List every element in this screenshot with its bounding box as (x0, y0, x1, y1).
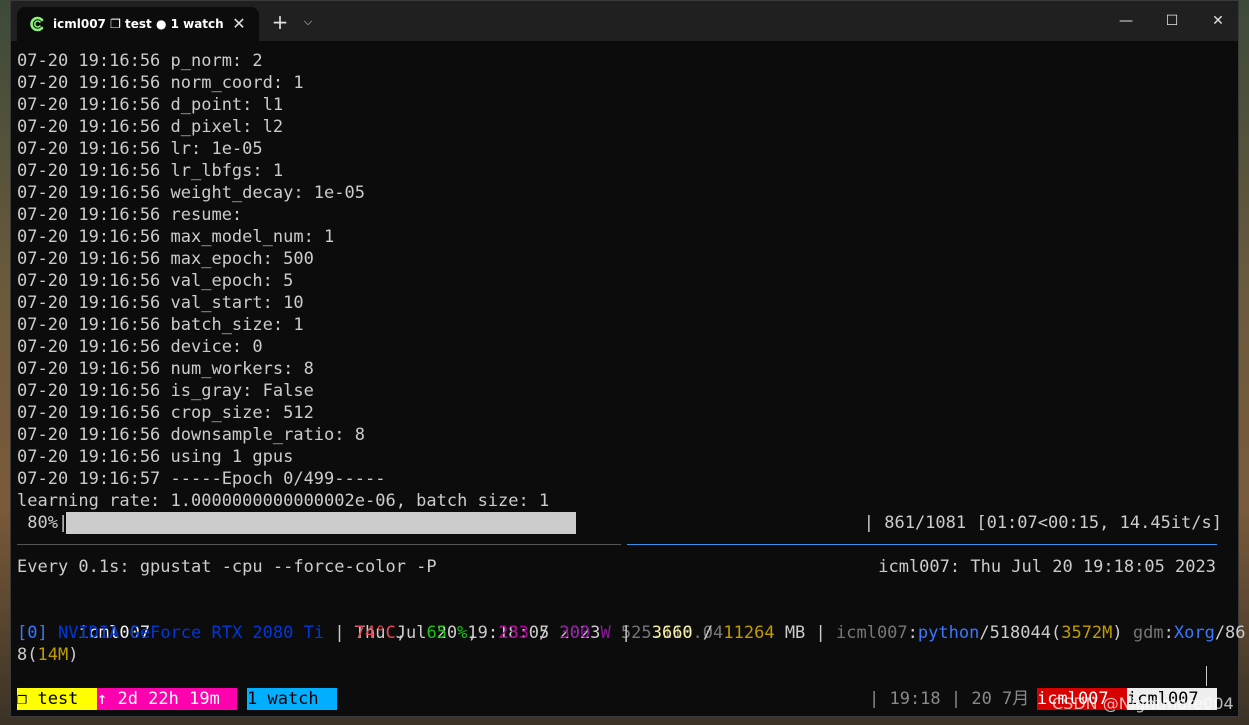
proc-pid: /518044( (979, 623, 1062, 643)
gpustat-gpu-line: [0] NVIDIA GeForce RTX 2080 Ti | 74°C, 6… (17, 622, 1246, 644)
proc-user: icml007 (836, 623, 908, 643)
separator: , (467, 623, 499, 643)
log-line: 07-20 19:16:56 max_model_num: 1 (17, 227, 335, 247)
gpustat-gpu-line-wrap: 8(14M) (17, 644, 78, 666)
proc-mem: 14M (37, 645, 69, 665)
mem-unit: MB | (774, 623, 836, 643)
separator: ) (1112, 623, 1133, 643)
separator: : (1163, 623, 1174, 643)
log-line: 07-20 19:16:56 num_workers: 8 (17, 359, 314, 379)
log-line: 07-20 19:16:56 is_gray: False (17, 381, 314, 401)
watch-host-time: icml007: Thu Jul 20 19:18:05 2023 (878, 557, 1216, 577)
separator: : (907, 623, 918, 643)
progress-info: | 861/1081 [01:07<00:15, 14.45it/s] (863, 513, 1222, 533)
gpu-index: [0] (17, 623, 48, 643)
close-icon[interactable]: ✕ (1195, 1, 1241, 41)
separator: ) (68, 645, 79, 665)
tmux-time: | 19:18 | 20 7月 | (869, 689, 1050, 709)
gpu-power-limit: 300 W (559, 623, 611, 643)
progress-percent: 80%| (17, 513, 69, 533)
log-line: 07-20 19:16:56 val_epoch: 5 (17, 271, 294, 291)
proc-command: python (917, 623, 980, 643)
separator: / (692, 623, 724, 643)
log-line: 07-20 19:16:56 using 1 gpus (17, 447, 294, 467)
active-pane-divider[interactable] (627, 544, 1217, 545)
separator: , (395, 623, 427, 643)
gpu-temperature: 74°C (354, 623, 396, 643)
log-line: 07-20 19:16:56 d_pixel: l2 (17, 117, 284, 137)
log-line: 07-20 19:16:56 weight_decay: 1e-05 (17, 183, 365, 203)
proc-pid: /86 (1214, 623, 1246, 643)
separator: / (528, 623, 560, 643)
gpu-mem-used: 3660 (651, 623, 693, 643)
separator: | (610, 623, 652, 643)
terminal-tab[interactable]: icml007 ❐ test ● 1 watch ✕ (17, 7, 259, 41)
log-line: 07-20 19:16:56 downsample_ratio: 8 (17, 425, 365, 445)
log-line: 07-20 19:16:56 lr_lbfgs: 1 (17, 161, 284, 181)
tab-title: icml007 ❐ test ● 1 watch (53, 17, 224, 31)
progress-bar (66, 512, 704, 534)
pane-divider[interactable] (17, 544, 621, 545)
proc-pid: 8( (17, 645, 38, 665)
tmux-window[interactable]: 1 watch (247, 688, 337, 710)
gpu-mem-total: 11264 (723, 623, 775, 643)
gpu-power-draw: 233 (498, 623, 529, 643)
new-tab-icon[interactable]: + (269, 11, 291, 33)
log-line: learning rate: 1.0000000000000002e-06, b… (17, 491, 550, 511)
log-line: 07-20 19:16:56 device: 0 (17, 337, 263, 357)
log-line: 07-20 19:16:56 crop_size: 512 (17, 403, 314, 423)
tmux-uptime: ↑ 2d 22h 19m (97, 688, 237, 710)
log-line: 07-20 19:16:56 val_start: 10 (17, 293, 304, 313)
terminal-window: icml007 ❐ test ● 1 watch ✕ + ⌵ — ☐ ✕ 07-… (10, 0, 1246, 717)
log-line: 07-20 19:16:56 batch_size: 1 (17, 315, 304, 335)
title-bar: icml007 ❐ test ● 1 watch ✕ + ⌵ — ☐ ✕ (11, 1, 1238, 41)
proc-user: gdm (1132, 623, 1164, 643)
gpu-utilization: 65 % (426, 623, 468, 643)
log-line: 07-20 19:16:57 -----Epoch 0/499----- (17, 469, 386, 489)
progress-bar-fill (66, 512, 577, 534)
log-line: 07-20 19:16:56 norm_coord: 1 (17, 73, 304, 93)
tmux-session[interactable]: ❐ test (17, 688, 97, 710)
watch-command: Every 0.1s: gpustat -cpu --force-color -… (17, 557, 437, 577)
log-line: 07-20 19:16:56 d_point: l1 (17, 95, 284, 115)
gpu-name: NVIDIA GeForce RTX 2080 Ti (57, 623, 325, 643)
proc-command: Xorg (1173, 623, 1215, 643)
terminal-app-icon (30, 16, 44, 32)
text-cursor (1206, 666, 1207, 686)
tab-close-icon[interactable]: ✕ (229, 14, 249, 34)
terminal-content[interactable]: 07-20 19:16:56 p_norm: 2 07-20 19:16:56 … (17, 41, 1246, 716)
maximize-icon[interactable]: ☐ (1149, 1, 1195, 41)
log-line: 07-20 19:16:56 resume: (17, 205, 243, 225)
gpustat-header: icml007 Thu Jul 20 19:18:05 2023 525.116… (17, 600, 723, 643)
separator: | (324, 623, 355, 643)
chevron-down-icon[interactable]: ⌵ (301, 13, 315, 31)
log-line: 07-20 19:16:56 lr: 1e-05 (17, 139, 263, 159)
log-line: 07-20 19:16:56 p_norm: 2 (17, 51, 263, 71)
proc-mem: 3572M (1061, 623, 1113, 643)
minimize-icon[interactable]: — (1103, 1, 1149, 41)
watermark: CSDN @Nightmare004 (1052, 694, 1234, 713)
log-line: 07-20 19:16:56 max_epoch: 500 (17, 249, 314, 269)
